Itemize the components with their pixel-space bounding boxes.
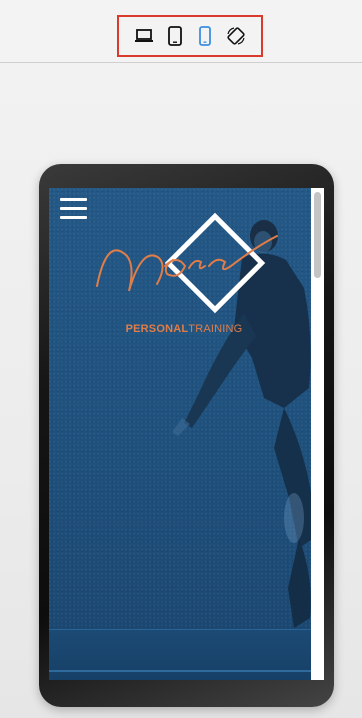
desktop-view-button[interactable] — [132, 24, 156, 48]
floor-line — [49, 670, 311, 672]
subtitle-light: TRAINING — [188, 323, 243, 335]
hero-floor — [49, 629, 311, 680]
scrollbar-thumb[interactable] — [314, 192, 321, 278]
rotate-icon — [227, 27, 245, 45]
device-switcher — [117, 15, 263, 57]
device-toolbar — [0, 0, 362, 63]
mobile-view-button[interactable] — [193, 24, 217, 48]
phone-screen: PERSONALTRAINING — [49, 188, 324, 680]
subtitle-bold: PERSONAL — [125, 323, 189, 335]
hamburger-icon[interactable] — [60, 198, 87, 220]
brand-subtitle: PERSONALTRAINING — [124, 323, 244, 335]
tablet-view-button[interactable] — [163, 24, 187, 48]
laptop-icon — [135, 29, 154, 42]
tablet-icon — [167, 26, 182, 46]
mobile-icon — [199, 26, 212, 46]
rotate-view-button[interactable] — [224, 24, 248, 48]
brand-logo — [96, 212, 278, 314]
